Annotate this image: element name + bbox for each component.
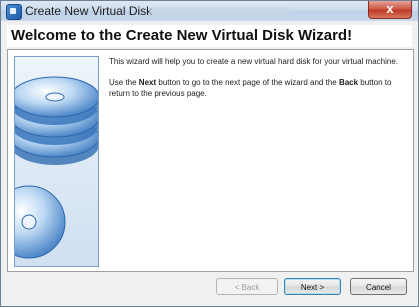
instructions-text: button to go to the next page of the wiz… — [156, 78, 339, 87]
title-bar[interactable]: Create New Virtual Disk x — [1, 1, 418, 21]
disk-stack-icon — [14, 56, 99, 267]
instructions-paragraph: Use the Next button to go to the next pa… — [109, 77, 405, 99]
page-title: Welcome to the Create New Virtual Disk W… — [11, 27, 353, 44]
wizard-description: This wizard will help you to create a ne… — [109, 56, 405, 109]
cancel-button[interactable]: Cancel — [350, 278, 407, 295]
virtualbox-icon — [6, 4, 22, 20]
back-button[interactable]: < Back — [216, 278, 278, 295]
wizard-content: This wizard will help you to create a ne… — [7, 49, 414, 272]
next-button[interactable]: Next > — [284, 278, 341, 295]
instructions-back-term: Back — [338, 78, 359, 87]
intro-paragraph: This wizard will help you to create a ne… — [109, 57, 399, 66]
title-obscured-region — [149, 7, 289, 15]
window-title: Create New Virtual Disk — [25, 4, 153, 18]
wizard-header: Welcome to the Create New Virtual Disk W… — [7, 25, 412, 47]
close-button[interactable]: x — [368, 1, 412, 19]
instructions-text: Use the — [109, 78, 139, 87]
wizard-window: Create New Virtual Disk x Welcome to the… — [0, 0, 419, 307]
instructions-next-term: Next — [138, 78, 157, 87]
